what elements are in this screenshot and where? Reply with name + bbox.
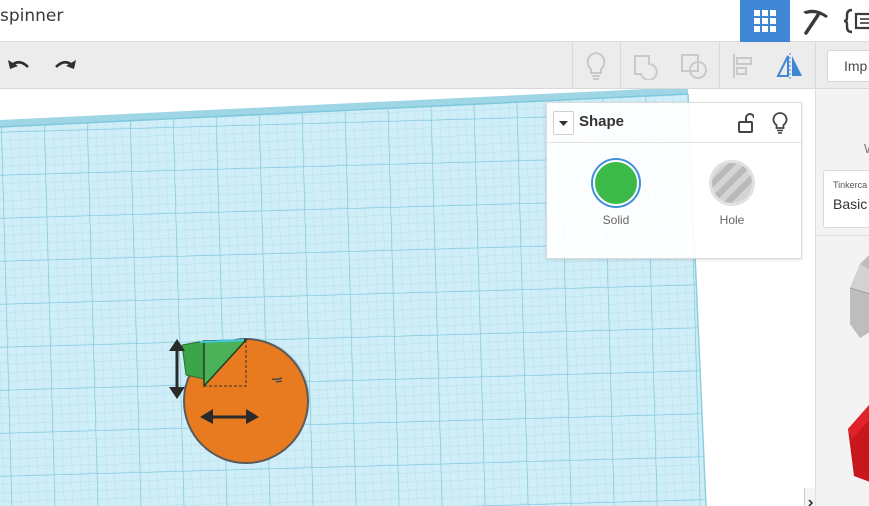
grid-view-button[interactable] [740,0,790,42]
caret-down-icon [559,121,568,126]
tinkercad-editor: spinner Imp Tinkerca Basic Shape Solid H… [0,0,869,506]
group-button[interactable] [628,48,664,84]
hole-swatch[interactable] [709,160,755,206]
lightbulb-icon [586,51,606,80]
library-name: Basic [833,196,868,212]
red-box-thumbnail[interactable] [848,404,869,482]
hole-label: Hole [719,213,745,227]
toolbar-divider [815,42,816,89]
pickaxe-icon [803,9,828,35]
grid-view-icon [754,10,776,32]
design-title[interactable]: spinner [0,6,63,26]
show-hide-button[interactable] [579,48,613,84]
library-source: Tinkerca [833,180,868,190]
codeblocks-icon [843,8,869,34]
unlocked-icon [738,113,755,133]
lock-button[interactable] [738,113,755,138]
solid-option[interactable]: Solid [586,160,646,227]
shapes-library-panel: W Tinkerca Basic [815,89,869,506]
ungroup-button[interactable] [676,48,712,84]
undo-button[interactable] [4,48,34,84]
toolbar-divider [572,42,573,89]
panel-divider [816,235,869,236]
hide-shape-button[interactable] [772,112,788,139]
inspector-collapse-button[interactable] [553,111,574,135]
hole-option[interactable]: Hole [702,160,762,227]
inspector-title: Shape [579,113,625,130]
title-bar: spinner [0,0,869,42]
panel-label: W [864,141,869,156]
toolbar-divider [620,42,621,89]
gray-box-thumbnail[interactable] [849,254,869,338]
library-shapes-preview [848,254,869,482]
redo-icon [55,60,76,69]
shape-inspector: Shape Solid Hole [546,102,803,259]
align-button[interactable] [728,48,758,84]
group-icon [634,55,658,80]
panel-collapse-chevron[interactable] [804,488,815,506]
solid-color-swatch[interactable] [593,160,639,206]
solid-label: Solid [602,213,630,227]
redo-button[interactable] [50,48,80,84]
toolbar-divider [719,42,720,89]
mirror-icon [776,53,802,79]
blocks-view-button[interactable] [794,0,838,42]
import-button[interactable]: Imp [827,50,869,82]
align-icon [733,54,752,78]
toolbar: Imp [0,42,869,89]
undo-icon [8,60,29,69]
mirror-button[interactable] [772,48,808,84]
library-selector[interactable]: Tinkerca Basic [823,170,869,228]
lightbulb-icon [772,112,788,134]
chevron-right-icon [808,499,814,506]
codeblocks-button[interactable] [842,0,869,42]
ungroup-icon [681,54,707,79]
inspector-header: Shape [547,103,803,143]
